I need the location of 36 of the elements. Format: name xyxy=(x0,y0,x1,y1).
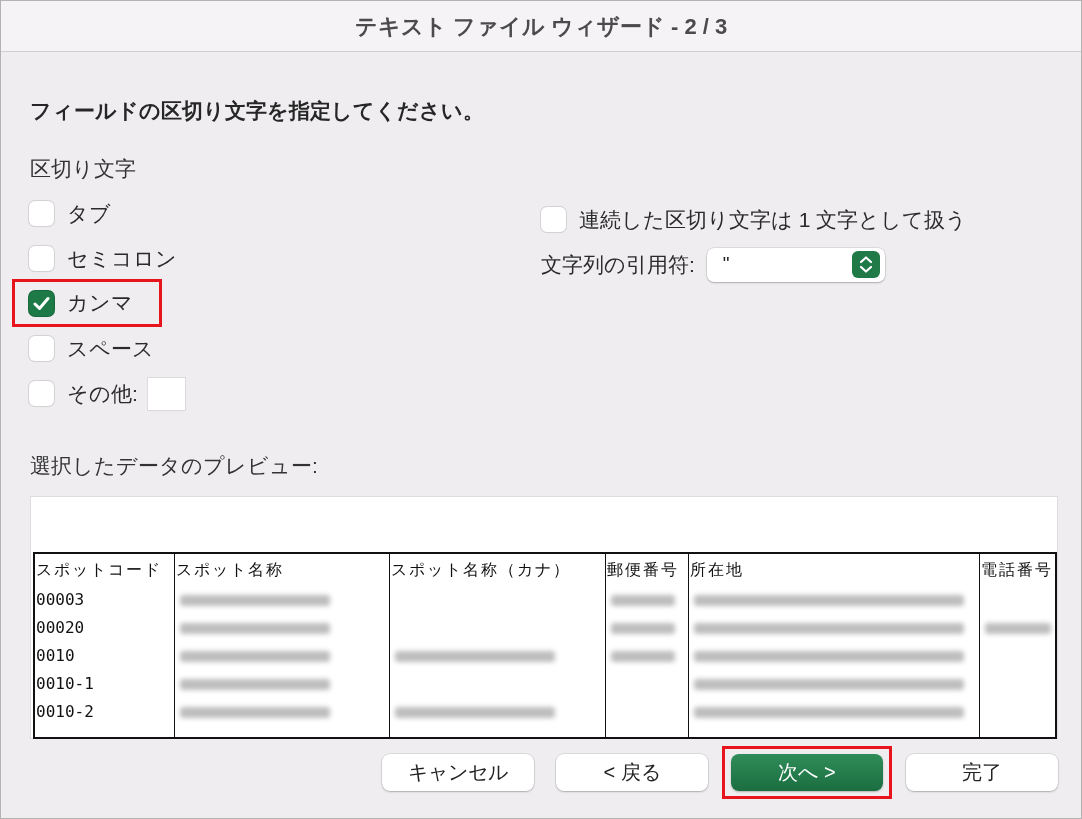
checkbox[interactable] xyxy=(29,336,54,361)
column-header: 郵便番号 xyxy=(605,553,688,586)
wizard-button[interactable]: キャンセル xyxy=(382,754,534,791)
wizard-button[interactable]: 完了 xyxy=(906,754,1058,791)
option-label: セミコロン xyxy=(67,245,177,272)
checkbox[interactable] xyxy=(29,290,54,316)
group-label: 区切り文字 xyxy=(30,156,137,182)
option-label: タブ xyxy=(67,200,111,227)
column-header: 電話番号 xyxy=(979,553,1056,586)
column-header: スポット名称（カナ） xyxy=(389,553,605,586)
table-cell: 00020 xyxy=(34,614,174,642)
table-cell: 0010 xyxy=(34,642,174,670)
checkbox[interactable] xyxy=(29,246,54,271)
column-header: スポットコード xyxy=(34,553,174,586)
table-cell: 0010-2 xyxy=(34,698,174,726)
checkmark-icon xyxy=(33,295,50,311)
option-label: その他: xyxy=(67,380,138,407)
table-cell: 0010-1 xyxy=(34,670,174,698)
column-header: 所在地 xyxy=(688,553,979,586)
option-label: 連続した区切り文字は 1 文字として扱う xyxy=(579,206,968,233)
preview-label: 選択したデータのプレビュー: xyxy=(30,453,319,479)
window-title: テキスト ファイル ウィザード - 2 / 3 xyxy=(354,12,728,41)
field-label: 文字列の引用符: xyxy=(541,251,695,278)
table-cell: 00003 xyxy=(34,586,174,614)
input-field[interactable] xyxy=(147,377,185,410)
column-header: スポット名称 xyxy=(174,553,389,586)
checkbox[interactable] xyxy=(29,381,54,406)
wizard-button[interactable]: 次へ > xyxy=(731,754,883,791)
wizard-button[interactable]: < 戻る xyxy=(556,754,708,791)
instruction-text: フィールドの区切り文字を指定してください。 xyxy=(30,98,485,124)
option-label: カンマ xyxy=(67,290,133,316)
stepper-icon xyxy=(851,251,880,278)
checkbox[interactable] xyxy=(29,201,54,226)
option-label: スペース xyxy=(67,335,154,362)
quote-select[interactable]: " xyxy=(706,247,885,282)
checkbox[interactable] xyxy=(541,207,566,232)
